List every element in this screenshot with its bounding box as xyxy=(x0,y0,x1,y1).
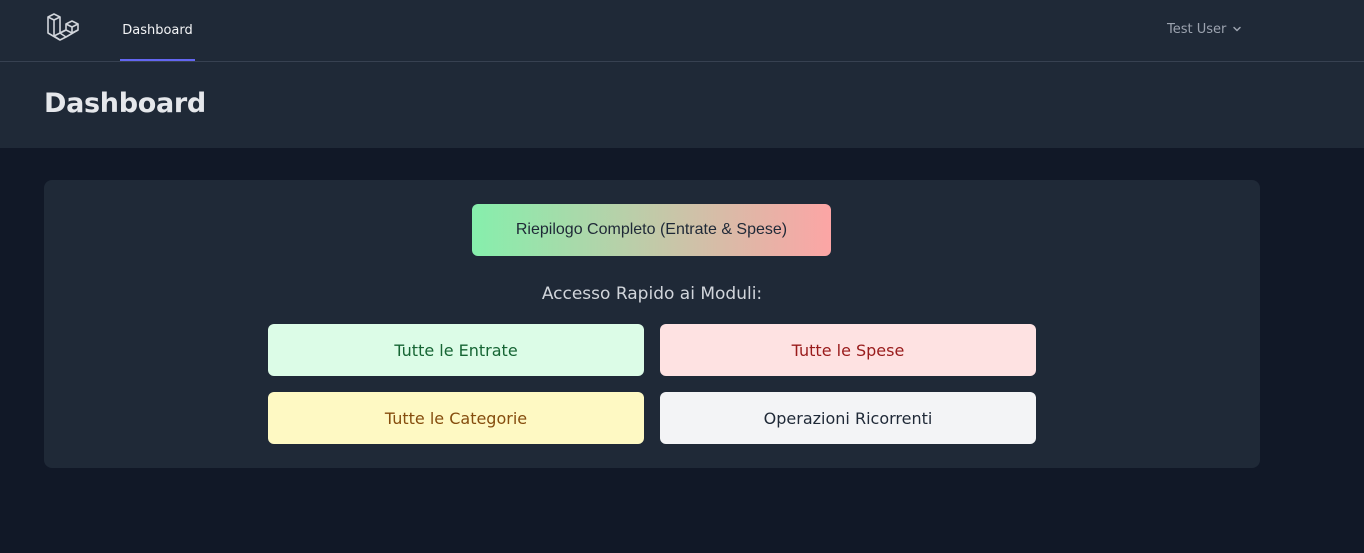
chevron-down-icon xyxy=(1233,26,1242,32)
laravel-logo-icon[interactable] xyxy=(46,12,80,46)
all-income-button[interactable]: Tutte le Entrate xyxy=(268,324,644,376)
all-expenses-button[interactable]: Tutte le Spese xyxy=(660,324,1036,376)
recurring-operations-button[interactable]: Operazioni Ricorrenti xyxy=(660,392,1036,444)
all-categories-button[interactable]: Tutte le Categorie xyxy=(268,392,644,444)
page-title: Dashboard xyxy=(44,88,206,119)
nav-link-dashboard[interactable]: Dashboard xyxy=(120,0,195,61)
user-name: Test User xyxy=(1167,21,1227,37)
quick-access-heading: Accesso Rapido ai Moduli: xyxy=(541,284,763,304)
dashboard-card: Riepilogo Completo (Entrate & Spese) Acc… xyxy=(44,180,1260,468)
top-navbar: Dashboard Test User xyxy=(0,0,1364,62)
summary-complete-button[interactable]: Riepilogo Completo (Entrate & Spese) xyxy=(472,204,831,256)
page-header: Dashboard xyxy=(0,62,1364,148)
user-menu-dropdown[interactable]: Test User xyxy=(1167,19,1242,39)
